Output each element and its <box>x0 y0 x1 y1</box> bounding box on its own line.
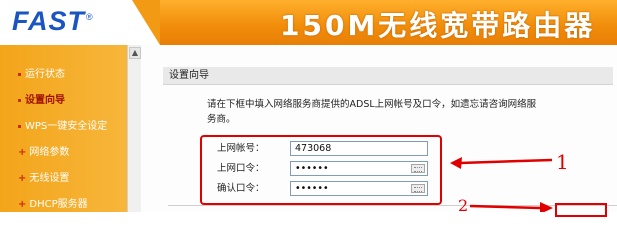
sidebar-item-wps[interactable]: WPS一键安全设定 <box>18 117 107 133</box>
plus-icon: + <box>18 147 27 158</box>
bullet-icon <box>18 72 21 76</box>
sidebar-item-label: 设置向导 <box>25 95 65 106</box>
plus-icon: + <box>18 173 27 184</box>
annotation-highlight-box <box>200 135 442 205</box>
sidebar-item-label: DHCP服务器 <box>29 199 88 210</box>
sidebar-item-setup-wizard[interactable]: 设置向导 <box>18 91 65 107</box>
bullet-icon <box>18 124 21 128</box>
annotation-step-1: 1 <box>556 150 569 174</box>
sidebar-item-network[interactable]: + 网络参数 <box>18 143 69 159</box>
plus-icon: + <box>18 199 27 210</box>
registered-mark: ® <box>86 12 94 22</box>
sidebar-item-status[interactable]: 运行状态 <box>18 65 65 81</box>
brand-name: FAST <box>12 6 86 36</box>
header-banner: 150M无线宽带路由器 <box>132 0 617 45</box>
sidebar-item-dhcp[interactable]: + DHCP服务器 <box>18 195 88 211</box>
bullet-icon <box>18 98 21 102</box>
product-title: 150M无线宽带路由器 <box>280 9 596 42</box>
sidebar-scrollbar[interactable]: ▲ <box>127 45 142 212</box>
panel-title: 设置向导 <box>163 67 613 85</box>
instructions-text: 请在下框中填入网络服务商提供的ADSL上网帐号及口令，如遗忘请咨询网络服务商。 <box>207 99 537 125</box>
sidebar-item-wireless[interactable]: + 无线设置 <box>18 169 69 185</box>
annotation-step-2: 2 <box>458 196 469 215</box>
scroll-up-arrow-icon[interactable]: ▲ <box>129 47 141 59</box>
sidebar: 运行状态 设置向导 WPS一键安全设定 + 网络参数 + 无线设置 + DHCP服务器 <box>0 45 127 212</box>
header: FAST® 150M无线宽带路由器 <box>0 0 617 45</box>
next-button[interactable] <box>555 203 607 217</box>
form-bottom-divider <box>168 205 617 206</box>
sidebar-item-label: 无线设置 <box>29 173 70 184</box>
brand-logo: FAST® <box>12 6 94 37</box>
sidebar-item-label: 网络参数 <box>29 147 70 158</box>
sidebar-item-label: WPS一键安全设定 <box>25 121 108 132</box>
sidebar-item-label: 运行状态 <box>25 69 65 80</box>
